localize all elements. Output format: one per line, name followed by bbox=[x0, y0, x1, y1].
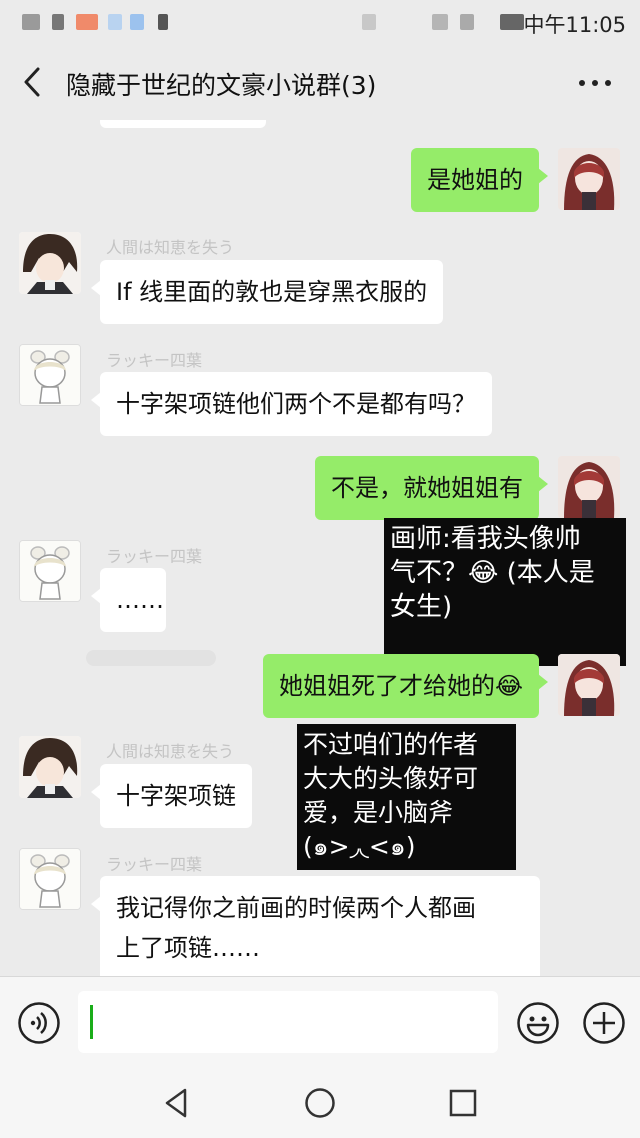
message-incoming[interactable]: 十字架项链 bbox=[91, 764, 252, 828]
sender-name: 人間は知恵を失う bbox=[106, 238, 235, 257]
notification-icon bbox=[52, 14, 64, 30]
sender-name: ラッキー四葉 bbox=[106, 855, 203, 874]
nav-back-icon[interactable] bbox=[160, 1086, 194, 1120]
annotation-line: 大大的头像好可 bbox=[303, 764, 479, 793]
wifi-icon bbox=[432, 14, 448, 30]
nav-recents-icon[interactable] bbox=[446, 1086, 480, 1120]
notification-icon bbox=[22, 14, 40, 30]
text-cursor bbox=[90, 1005, 93, 1039]
message-outgoing[interactable]: 是她姐的 bbox=[411, 148, 548, 212]
message-text: 十字架项链他们两个不是都有吗？ bbox=[116, 390, 476, 418]
emoji-icon[interactable] bbox=[516, 1001, 560, 1045]
nav-home-icon[interactable] bbox=[303, 1086, 337, 1120]
message-incoming[interactable]: …… bbox=[91, 568, 166, 632]
voice-icon[interactable] bbox=[17, 1001, 61, 1045]
battery-icon bbox=[500, 14, 524, 30]
message-input[interactable] bbox=[78, 991, 498, 1053]
message-list[interactable]: 是她姐的 人間は知恵を失う If 线里面的敦也是穿黑衣服的 ラッキー四葉 十字架… bbox=[0, 120, 640, 976]
message-text: 我记得你之前画的时候两个人都画 bbox=[116, 894, 476, 922]
notification-icon bbox=[130, 14, 144, 30]
system-nav-bar bbox=[0, 1066, 640, 1138]
message-text: 不是，就她姐姐有 bbox=[331, 474, 523, 502]
annotation-box: 画师:看我头像帅 气不？😂 (本人是 女生) bbox=[384, 518, 626, 666]
message-text: …… bbox=[116, 586, 164, 614]
message-outgoing[interactable]: 她姐姐死了才给她的😂 bbox=[262, 654, 549, 718]
sender-avatar[interactable] bbox=[19, 344, 81, 406]
my-avatar[interactable] bbox=[558, 148, 620, 210]
annotation-line: 画师:看我头像帅 bbox=[390, 524, 581, 554]
notification-icon bbox=[158, 14, 168, 30]
status-time: 中午11:05 bbox=[523, 13, 626, 37]
sender-name: ラッキー四葉 bbox=[106, 351, 203, 370]
chat-header: 隐藏于世纪的文豪小说群(3) bbox=[0, 44, 640, 120]
page-title: 隐藏于世纪的文豪小说群(3) bbox=[66, 71, 377, 100]
annotation-box: 不过咱们的作者 大大的头像好可 爱，是小脑斧 (๑>◞◟<๑) bbox=[297, 724, 516, 870]
message-outgoing[interactable]: 不是，就她姐姐有 bbox=[315, 456, 548, 520]
blurred-name bbox=[86, 650, 216, 666]
annotation-line: 女生) bbox=[390, 592, 453, 622]
input-bar bbox=[0, 976, 640, 1067]
sender-avatar[interactable] bbox=[19, 232, 81, 294]
message-text: 她姐姐死了才给她的😂 bbox=[278, 672, 523, 700]
back-arrow-icon[interactable] bbox=[18, 66, 48, 98]
sender-avatar[interactable] bbox=[19, 848, 81, 910]
annotation-line: 不过咱们的作者 bbox=[303, 730, 479, 759]
more-dots-icon[interactable] bbox=[578, 72, 612, 92]
message-text: If 线里面的敦也是穿黑衣服的 bbox=[116, 278, 428, 306]
my-avatar[interactable] bbox=[558, 456, 620, 518]
signal-icon bbox=[362, 14, 376, 30]
my-avatar[interactable] bbox=[558, 654, 620, 716]
notification-icon bbox=[108, 14, 122, 30]
message-incoming[interactable]: If 线里面的敦也是穿黑衣服的 bbox=[90, 260, 444, 324]
message-text: 是她姐的 bbox=[427, 166, 523, 194]
notification-icon bbox=[76, 14, 98, 30]
status-bar: 中午11:05 bbox=[0, 0, 640, 44]
sender-avatar[interactable] bbox=[19, 540, 81, 602]
annotation-line: 爱，是小脑斧 bbox=[303, 798, 454, 827]
sender-avatar[interactable] bbox=[19, 736, 81, 798]
message-incoming[interactable]: 我记得你之前画的时候两个人都画 上了项链…… bbox=[91, 876, 540, 976]
message-incoming[interactable]: 十字架项链他们两个不是都有吗？ bbox=[91, 372, 492, 436]
sender-name: ラッキー四葉 bbox=[106, 547, 203, 566]
message-text: 十字架项链 bbox=[116, 782, 236, 810]
signal-icon bbox=[460, 14, 474, 30]
message-bubble-partial bbox=[100, 120, 266, 128]
message-text: 上了项链…… bbox=[116, 934, 260, 962]
annotation-line: 气不？😂 (本人是 bbox=[390, 558, 595, 588]
plus-icon[interactable] bbox=[582, 1001, 626, 1045]
annotation-line: (๑>◞◟<๑) bbox=[303, 832, 416, 861]
sender-name: 人間は知恵を失う bbox=[106, 742, 235, 761]
